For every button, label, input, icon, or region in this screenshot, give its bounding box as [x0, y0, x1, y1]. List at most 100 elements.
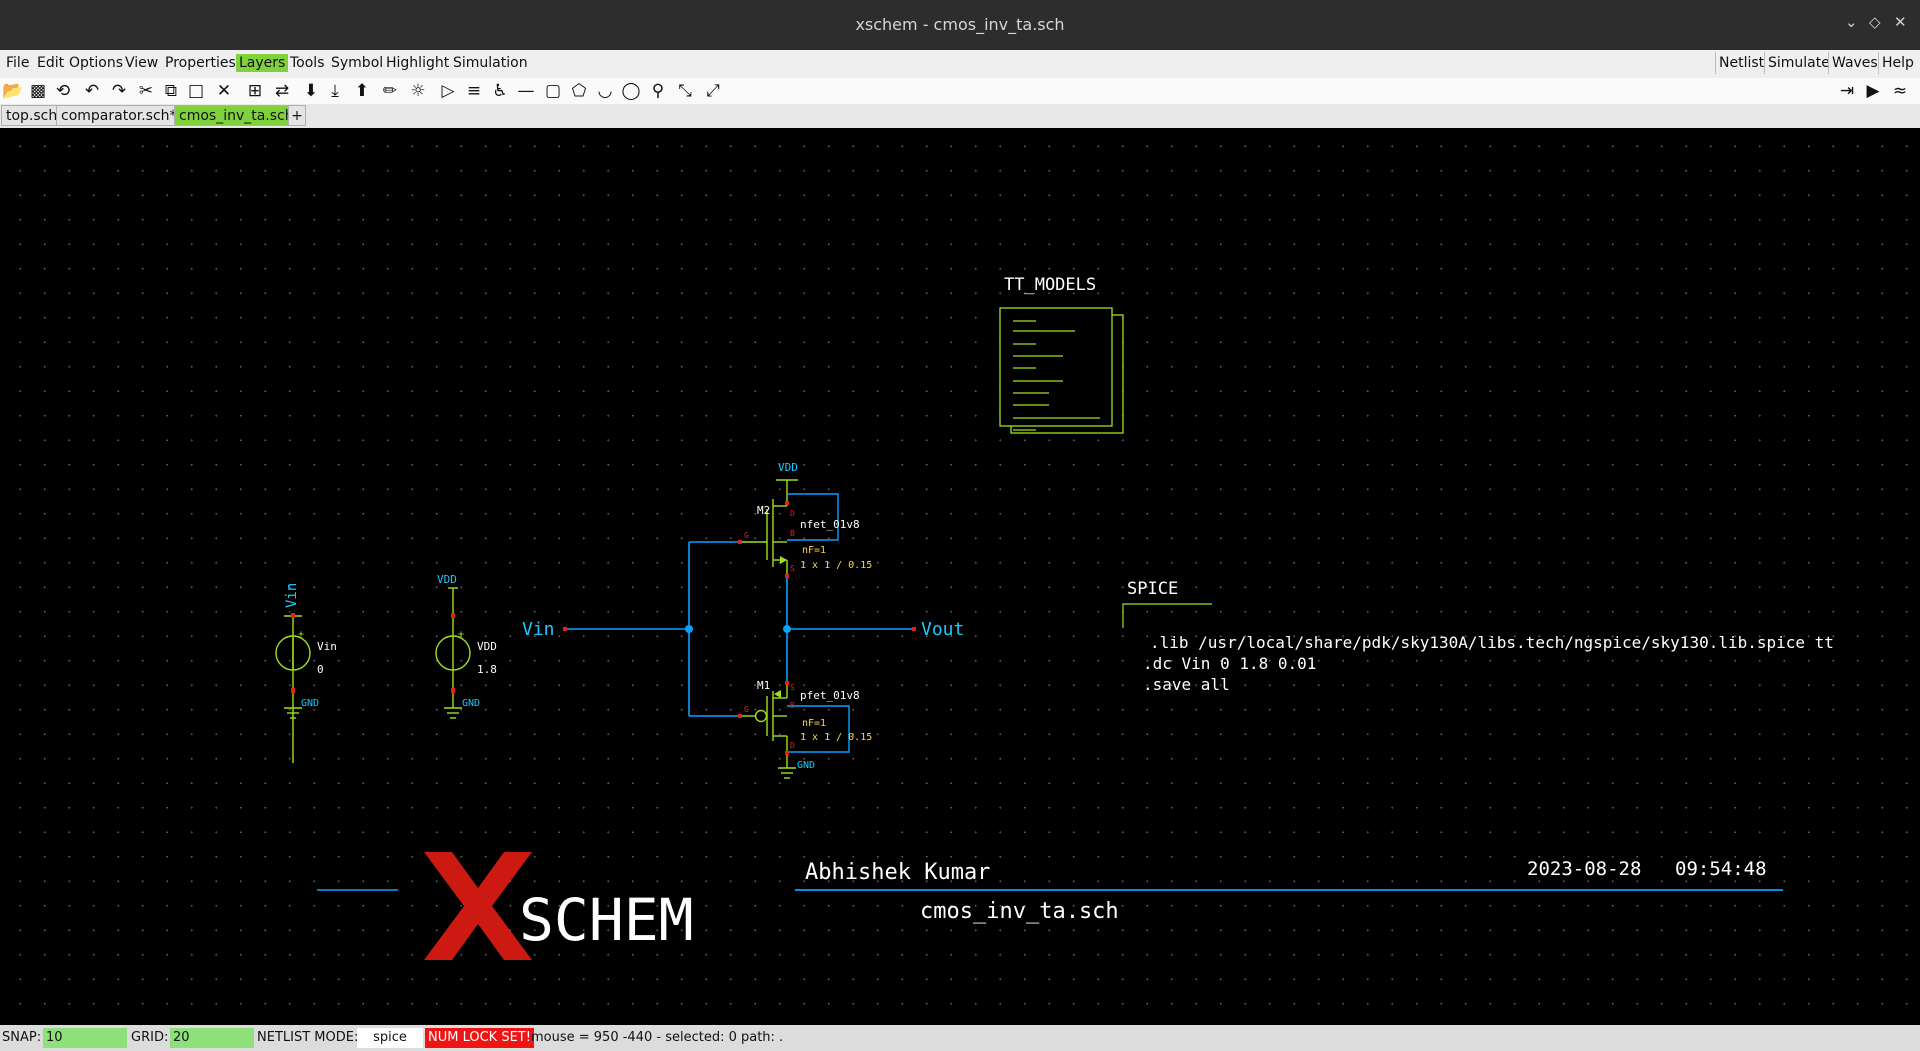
label-icon[interactable]: ≡ — [462, 79, 486, 103]
m2-model: nfet_01v8 — [800, 518, 860, 531]
tab-bar: top.sch comparator.sch* cmos_inv_ta.sch … — [0, 104, 1920, 129]
m1-pin-s: S — [790, 683, 795, 692]
polygon-icon[interactable]: ⬠ — [567, 79, 591, 103]
m1-pin-g: G — [744, 705, 749, 714]
arc-icon[interactable]: ◡ — [593, 79, 617, 103]
m2-vdd-label: VDD — [778, 461, 798, 474]
netlist-mode-value[interactable]: spice — [357, 1028, 423, 1048]
vout-label-text: Vout — [921, 619, 964, 640]
zoom-icon[interactable]: ⚲ — [646, 79, 670, 103]
title-bar: xschem - cmos_inv_ta.sch ⌄ ◇ ✕ — [0, 0, 1920, 50]
open-icon[interactable]: 📂 — [1, 79, 25, 103]
schematic-canvas[interactable]: TT_MODELS SPICE .lib /usr/local/share/pd… — [0, 128, 1920, 1025]
transistor-m1[interactable]: M1 pfet_01v8 nF=1 1 x 1 / 0.15 G S B D G… — [738, 679, 872, 779]
title-block: SCHEM Abhishek Kumar 2023-08-28 09:54:48… — [317, 852, 1783, 960]
date-text: 2023-08-28 — [1527, 858, 1641, 880]
line-icon[interactable]: — — [514, 79, 538, 103]
close-button[interactable]: ✕ — [1894, 13, 1907, 31]
vdd-source-net-label: VDD — [437, 573, 457, 586]
vdd-source-name: VDD — [477, 640, 497, 653]
transistor-m2[interactable]: VDD M2 nfet_01v8 nF=1 1 x 1 / 0.15 G D B… — [738, 461, 872, 578]
vin-source-value: 0 — [317, 663, 324, 676]
zoom-full-icon[interactable]: ⤢ — [701, 79, 725, 103]
move-icon[interactable]: □ — [184, 79, 208, 103]
numlock-indicator: NUM LOCK SET! — [425, 1028, 534, 1048]
circle-icon[interactable]: ◯ — [619, 79, 643, 103]
tt-models-symbol[interactable]: TT_MODELS — [999, 275, 1124, 434]
menu-symbol[interactable]: Symbol — [328, 54, 386, 72]
m1-pin-d: D — [790, 741, 795, 750]
m2-nf: nF=1 — [802, 545, 826, 556]
m2-name: M2 — [757, 504, 770, 517]
status-bar: SNAP: 10 GRID: 20 NETLIST MODE: spice NU… — [0, 1025, 1920, 1051]
menu-edit[interactable]: Edit — [34, 54, 67, 72]
delete-icon[interactable]: ✕ — [212, 79, 236, 103]
place-symbol-icon[interactable]: ⬇ — [299, 79, 323, 103]
mouse-info: mouse = 950 -440 - selected: 0 path: . — [531, 1030, 784, 1045]
logo-text: SCHEM — [519, 886, 694, 954]
m1-name: M1 — [757, 679, 770, 692]
highlight-icon[interactable]: ☼ — [406, 79, 430, 103]
tab-cmos-inv-ta[interactable]: cmos_inv_ta.sch — [174, 105, 299, 126]
zoom-in-icon[interactable]: ⤡ — [673, 79, 697, 103]
spice-label: SPICE — [1127, 579, 1178, 599]
menu-simulation[interactable]: Simulation — [450, 54, 531, 72]
netlist-button[interactable]: Netlist — [1715, 52, 1767, 74]
time-text: 09:54:48 — [1675, 858, 1767, 880]
menu-layers[interactable]: Layers — [236, 54, 289, 72]
waves-icon[interactable]: ≈ — [1888, 79, 1912, 103]
grid-field[interactable]: 20 — [170, 1028, 254, 1048]
rect-icon[interactable]: ▢ — [541, 79, 565, 103]
cut-icon[interactable]: ✂ — [134, 79, 158, 103]
new-tab-button[interactable]: + — [288, 105, 306, 126]
spice-line-1: .lib /usr/local/share/pdk/sky130A/libs.t… — [1150, 633, 1834, 652]
m1-model: pfet_01v8 — [800, 689, 860, 702]
spice-code-block[interactable]: SPICE .lib /usr/local/share/pdk/sky130A/… — [1122, 579, 1834, 694]
m2-pin-s: S — [790, 564, 795, 573]
menu-view[interactable]: View — [122, 54, 161, 72]
pop-icon[interactable]: ⬆ — [350, 79, 374, 103]
vin-source[interactable]: Vin + Vin 0 GND — [275, 583, 337, 763]
wire-icon[interactable]: ✏ — [378, 79, 402, 103]
copy-icon[interactable]: ⧉ — [159, 79, 183, 103]
m1-gnd-label: GND — [797, 760, 815, 771]
flip-icon[interactable]: ⇄ — [270, 79, 294, 103]
menu-tools[interactable]: Tools — [287, 54, 328, 72]
snap-field[interactable]: 10 — [43, 1028, 127, 1048]
m1-size: 1 x 1 / 0.15 — [800, 732, 872, 743]
menu-file[interactable]: File — [3, 54, 32, 72]
vout-net-label[interactable]: Vout — [912, 619, 964, 640]
vin-net-label[interactable]: Vin — [522, 619, 567, 640]
tt-models-label: TT_MODELS — [1004, 275, 1096, 295]
probe-icon[interactable]: ♿ — [488, 79, 512, 103]
maximize-button[interactable]: ◇ — [1869, 13, 1881, 31]
m2-pin-g: G — [744, 531, 749, 540]
menu-highlight[interactable]: Highlight — [383, 54, 452, 72]
waves-button[interactable]: Waves — [1828, 52, 1881, 74]
tab-top[interactable]: top.sch — [1, 105, 63, 126]
snap-label: SNAP: — [2, 1030, 42, 1045]
undo-icon[interactable]: ↶ — [80, 79, 104, 103]
toolbar: 📂 ▩ ⟲ ↶ ↷ ✂ ⧉ □ ✕ ⊞ ⇄ ⬇ ⤓ ⬆ ✏ ☼ ▷ ≡ ♿ — … — [0, 78, 1920, 104]
tab-comparator[interactable]: comparator.sch* — [56, 105, 182, 126]
bring-icon[interactable]: ⊞ — [243, 79, 267, 103]
menu-properties[interactable]: Properties — [162, 54, 239, 72]
spice-line-2: .dc Vin 0 1.8 0.01 — [1143, 654, 1316, 673]
netlist-icon[interactable]: ⇥ — [1835, 79, 1859, 103]
minimize-button[interactable]: ⌄ — [1845, 13, 1858, 31]
filename-text: cmos_inv_ta.sch — [920, 899, 1119, 924]
simulate-button[interactable]: Simulate — [1764, 52, 1833, 74]
m1-pin-b: B — [790, 701, 795, 710]
pin-icon[interactable]: ▷ — [436, 79, 460, 103]
svg-text:+: + — [458, 629, 464, 640]
vdd-source[interactable]: VDD + VDD 1.8 GND — [435, 573, 497, 719]
m1-nf: nF=1 — [802, 718, 826, 729]
run-icon[interactable]: ▶ — [1861, 79, 1885, 103]
grid-label: GRID: — [131, 1030, 169, 1045]
help-button[interactable]: Help — [1878, 52, 1917, 74]
push-icon[interactable]: ⤓ — [323, 79, 347, 103]
redo-icon[interactable]: ↷ — [107, 79, 131, 103]
menu-options[interactable]: Options — [66, 54, 126, 72]
save-icon[interactable]: ▩ — [26, 79, 50, 103]
reload-icon[interactable]: ⟲ — [51, 79, 75, 103]
